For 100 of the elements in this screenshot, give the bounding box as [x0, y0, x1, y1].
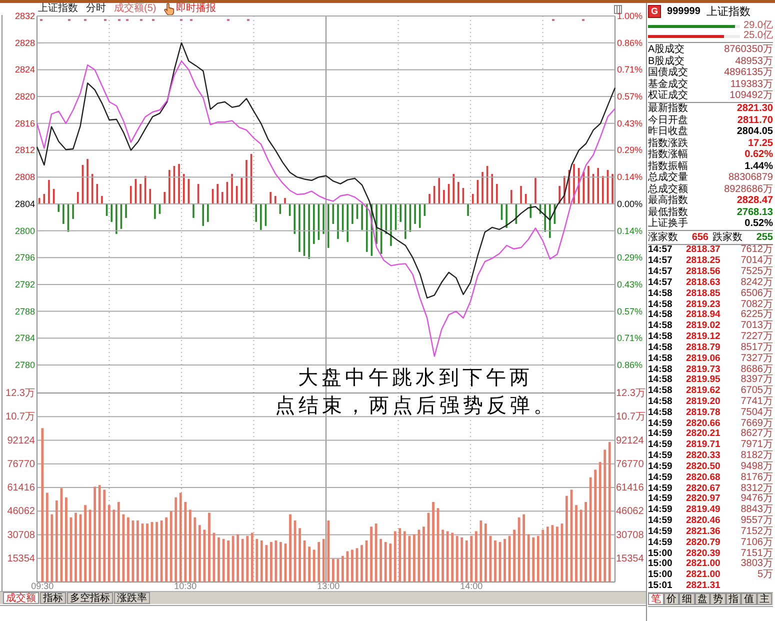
indicator-tab[interactable]: 成交额	[3, 592, 39, 604]
trade-price: 2820.33	[686, 451, 720, 462]
volume-axis-label: 61416	[7, 482, 35, 494]
percent-axis-label: 0.43%	[617, 118, 643, 128]
price-axis-label: 2792	[14, 279, 35, 290]
marker-tick[interactable]	[152, 19, 154, 21]
trade-time: 14:59	[648, 418, 674, 429]
indicator-tab[interactable]: 指标	[40, 592, 66, 604]
volume-bar	[246, 536, 249, 582]
stat-value: 17.25	[748, 138, 773, 149]
volume-bar	[194, 517, 196, 582]
volume-bar	[356, 548, 358, 582]
volume-bar	[308, 546, 311, 582]
volume-bar	[346, 551, 349, 582]
volume-bar	[556, 526, 558, 582]
volume-bar	[532, 537, 535, 582]
broadcast-link[interactable]: 即时播报	[164, 3, 216, 15]
volume-bar	[312, 550, 316, 582]
trade-volume: 7082万	[740, 300, 773, 310]
trade-time: 14:59	[648, 429, 674, 440]
volume-bar	[160, 520, 163, 582]
detail-tab[interactable]: 值	[741, 593, 756, 605]
percent-axis-label: 0.86%	[617, 38, 643, 48]
turnover-label: B股成交	[648, 56, 685, 67]
marker-tick[interactable]	[68, 19, 70, 21]
marker-tick[interactable]	[190, 19, 192, 21]
volume-bar	[198, 525, 201, 582]
detail-tab[interactable]: 指	[726, 593, 741, 605]
marker-tick[interactable]	[552, 19, 554, 21]
trade-volume: 7227万	[740, 332, 773, 342]
volume-bar	[222, 538, 225, 582]
stat-label: 指数涨幅	[648, 149, 688, 160]
stat-label: 上证换手	[648, 218, 688, 230]
marker-tick[interactable]	[140, 19, 142, 21]
stat-value: 2811.70	[737, 114, 773, 126]
detail-tab[interactable]: 细	[679, 593, 694, 605]
marker-tick[interactable]	[104, 19, 106, 21]
volume-bar	[513, 530, 516, 582]
trade-time: 14:58	[648, 375, 674, 386]
falling-strength-bar	[370, 204, 373, 256]
volume-bar	[504, 538, 506, 582]
volume-bar	[294, 520, 296, 582]
detail-tab[interactable]: 价	[664, 593, 679, 605]
marker-tick[interactable]	[180, 19, 182, 21]
detail-tab[interactable]: 笔	[648, 593, 664, 605]
volume-axis-label: 30708	[7, 530, 35, 541]
indicator-label: 成交额(5)	[114, 3, 156, 15]
detail-tab[interactable]: 盘	[694, 593, 710, 605]
percent-axis-label: 0.57%	[617, 306, 643, 316]
marker-tick[interactable]	[126, 19, 128, 21]
volume-bar	[256, 538, 258, 582]
marker-tick[interactable]	[247, 19, 250, 21]
marker-tick[interactable]	[582, 19, 584, 21]
price-axis-label: 2788	[14, 306, 35, 316]
detail-tab[interactable]: 势	[710, 593, 726, 605]
trade-volume: 8843万	[740, 505, 773, 516]
trade-volume: 5万	[757, 570, 773, 580]
detail-tab[interactable]: 主	[756, 593, 772, 605]
trade-time: 14:58	[648, 397, 674, 407]
trade-volume: 6225万	[740, 310, 773, 320]
volume-axis-label: 61416	[616, 482, 644, 494]
volume-bar	[422, 526, 425, 582]
indicator-tab[interactable]: 涨跌率	[114, 592, 150, 604]
marker-tick[interactable]	[227, 19, 230, 21]
volume-bar	[560, 524, 564, 582]
index-title: 上证指数	[38, 3, 78, 15]
volume-bar	[374, 524, 378, 582]
price-axis-label: 2828	[14, 38, 35, 48]
volume-bar	[203, 530, 206, 582]
trade-time: 14:59	[648, 505, 674, 516]
trade-volume: 7014万	[740, 256, 773, 266]
trade-price: 2818.85	[686, 288, 720, 299]
volume-bar	[70, 517, 72, 582]
stat-label: 最低指数	[648, 206, 688, 218]
percent-axis-label: 0.71%	[617, 333, 643, 344]
volume-bar	[546, 526, 549, 582]
falling-strength-bar	[294, 204, 296, 234]
falling-strength-bar	[342, 204, 344, 232]
trade-time: 14:59	[648, 462, 674, 472]
trade-time: 14:59	[648, 440, 674, 450]
volume-bar	[136, 520, 139, 582]
volume-bar	[427, 512, 430, 582]
trade-time: 14:59	[648, 494, 674, 504]
marker-tick[interactable]	[118, 19, 120, 21]
volume-bar	[132, 520, 134, 582]
falling-strength-bar	[303, 204, 306, 256]
stat-value: 0.52%	[744, 218, 773, 230]
trade-time: 14:58	[648, 386, 674, 396]
falling-strength-bar	[424, 204, 426, 216]
columns-icon[interactable]	[614, 4, 622, 14]
volume-bar	[442, 530, 444, 582]
indicator-tab[interactable]: 多空指标	[67, 592, 113, 604]
volume-bar	[241, 538, 244, 582]
trade-time: 15:00	[648, 548, 674, 559]
marker-tick[interactable]	[40, 19, 42, 21]
falling-strength-bar	[327, 204, 330, 248]
stat-label: 总成交量	[648, 172, 688, 184]
marker-tick[interactable]	[84, 19, 86, 21]
percent-axis-label: 0.14%	[617, 172, 643, 182]
volume-bar	[50, 514, 54, 582]
